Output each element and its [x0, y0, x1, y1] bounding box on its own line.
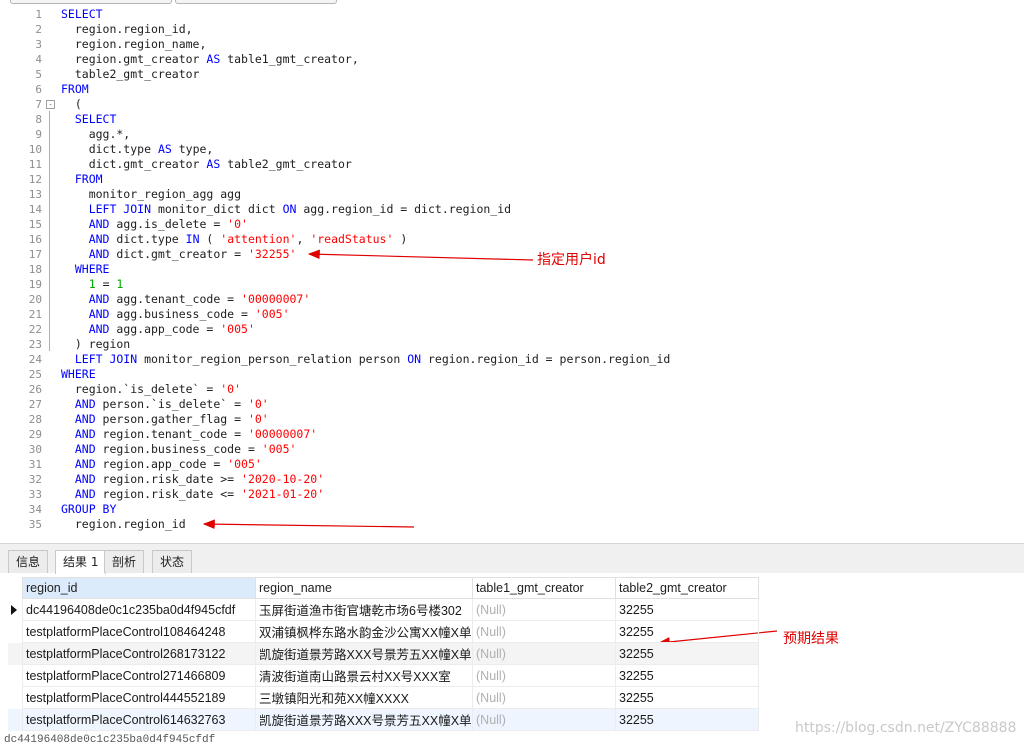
- cell-region-name[interactable]: 双浦镇枫桦东路水韵金沙公寓XX幢X单元: [255, 620, 473, 643]
- table-row[interactable]: dc44196408de0c1c235ba0d4f945cfdf 玉屏街道渔市街官…: [8, 598, 759, 621]
- cell-table2-gmt-creator[interactable]: 32255: [615, 598, 759, 621]
- cell-table2-gmt-creator[interactable]: 32255: [615, 664, 759, 687]
- cell-table1-gmt-creator[interactable]: (Null): [472, 642, 616, 665]
- table-row[interactable]: testplatformPlaceControl268173122 凯旋街道景芳路…: [8, 642, 759, 665]
- cell-region-name[interactable]: 清波街道南山路景云村XX号XXX室: [255, 664, 473, 687]
- cell-region-name[interactable]: 凯旋街道景芳路XXX号景芳五XX幢X单元: [255, 708, 473, 731]
- tab-profile[interactable]: 剖析: [104, 550, 145, 573]
- row-indicator: [8, 708, 23, 731]
- tab-info[interactable]: 信息: [8, 550, 49, 573]
- cell-table2-gmt-creator[interactable]: 32255: [615, 620, 759, 643]
- row-indicator: [8, 621, 23, 643]
- cell-table2-gmt-creator[interactable]: 32255: [615, 686, 759, 709]
- watermark: https://blog.csdn.net/ZYC88888: [795, 720, 1017, 736]
- cell-region-id[interactable]: testplatformPlaceControl108464248: [22, 620, 256, 643]
- cell-region-name[interactable]: 凯旋街道景芳路XXX号景芳五XX幢X单元: [255, 642, 473, 665]
- current-row-marker-icon: [11, 604, 17, 615]
- cell-region-id[interactable]: dc44196408de0c1c235ba0d4f945cfdf: [22, 598, 256, 621]
- arrow-group-by: [202, 519, 415, 529]
- row-indicator: [8, 599, 23, 621]
- table-row[interactable]: testplatformPlaceControl614632763 凯旋街道景芳路…: [8, 708, 759, 731]
- table-row[interactable]: testplatformPlaceControl271466809 清波街道南山路…: [8, 664, 759, 687]
- cell-region-name[interactable]: 三墩镇阳光和苑XX幢XXXX: [255, 686, 473, 709]
- tab-result-1[interactable]: 结果 1: [55, 550, 107, 574]
- annotation-expected-result: 预期结果: [783, 631, 839, 647]
- bottom-status-strip: dc44196408de0c1c235ba0d4f945cfdf: [0, 734, 1024, 747]
- row-indicator-header: [8, 577, 23, 599]
- table-row[interactable]: testplatformPlaceControl444552189 三墩镇阳光和苑…: [8, 686, 759, 709]
- arrow-user-id: [307, 249, 534, 261]
- cell-region-id[interactable]: testplatformPlaceControl268173122: [22, 642, 256, 665]
- row-indicator: [8, 642, 23, 665]
- cell-table1-gmt-creator[interactable]: (Null): [472, 620, 616, 643]
- cell-region-id[interactable]: testplatformPlaceControl271466809: [22, 664, 256, 687]
- cell-table1-gmt-creator[interactable]: (Null): [472, 664, 616, 687]
- cell-region-id[interactable]: testplatformPlaceControl444552189: [22, 686, 256, 709]
- cell-table1-gmt-creator[interactable]: (Null): [472, 686, 616, 709]
- header-row: region_id region_name table1_gmt_creator…: [8, 577, 759, 599]
- cell-table1-gmt-creator[interactable]: (Null): [472, 598, 616, 621]
- annotation-user-id: 指定用户id: [537, 252, 606, 268]
- result-tabs: 信息 结果 1 剖析 状态: [0, 543, 1024, 574]
- column-header-table2-gmt-creator[interactable]: table2_gmt_creator: [615, 577, 759, 599]
- column-header-region-name[interactable]: region_name: [255, 577, 473, 599]
- result-grid[interactable]: region_id region_name table1_gmt_creator…: [8, 577, 759, 731]
- bottom-status-text: dc44196408de0c1c235ba0d4f945cfdf: [4, 734, 216, 746]
- cell-region-id[interactable]: testplatformPlaceControl614632763: [22, 708, 256, 731]
- column-header-table1-gmt-creator[interactable]: table1_gmt_creator: [472, 577, 616, 599]
- row-indicator: [8, 665, 23, 687]
- tab-status[interactable]: 状态: [152, 550, 193, 573]
- cell-table2-gmt-creator[interactable]: 32255: [615, 642, 759, 665]
- cell-region-name[interactable]: 玉屏街道渔市街官塘乾市场6号楼302: [255, 598, 473, 621]
- column-header-region-id[interactable]: region_id: [22, 577, 256, 599]
- row-indicator: [8, 687, 23, 709]
- cell-table2-gmt-creator[interactable]: 32255: [615, 708, 759, 731]
- cell-table1-gmt-creator[interactable]: (Null): [472, 708, 616, 731]
- table-row[interactable]: testplatformPlaceControl108464248 双浦镇枫桦东路…: [8, 620, 759, 643]
